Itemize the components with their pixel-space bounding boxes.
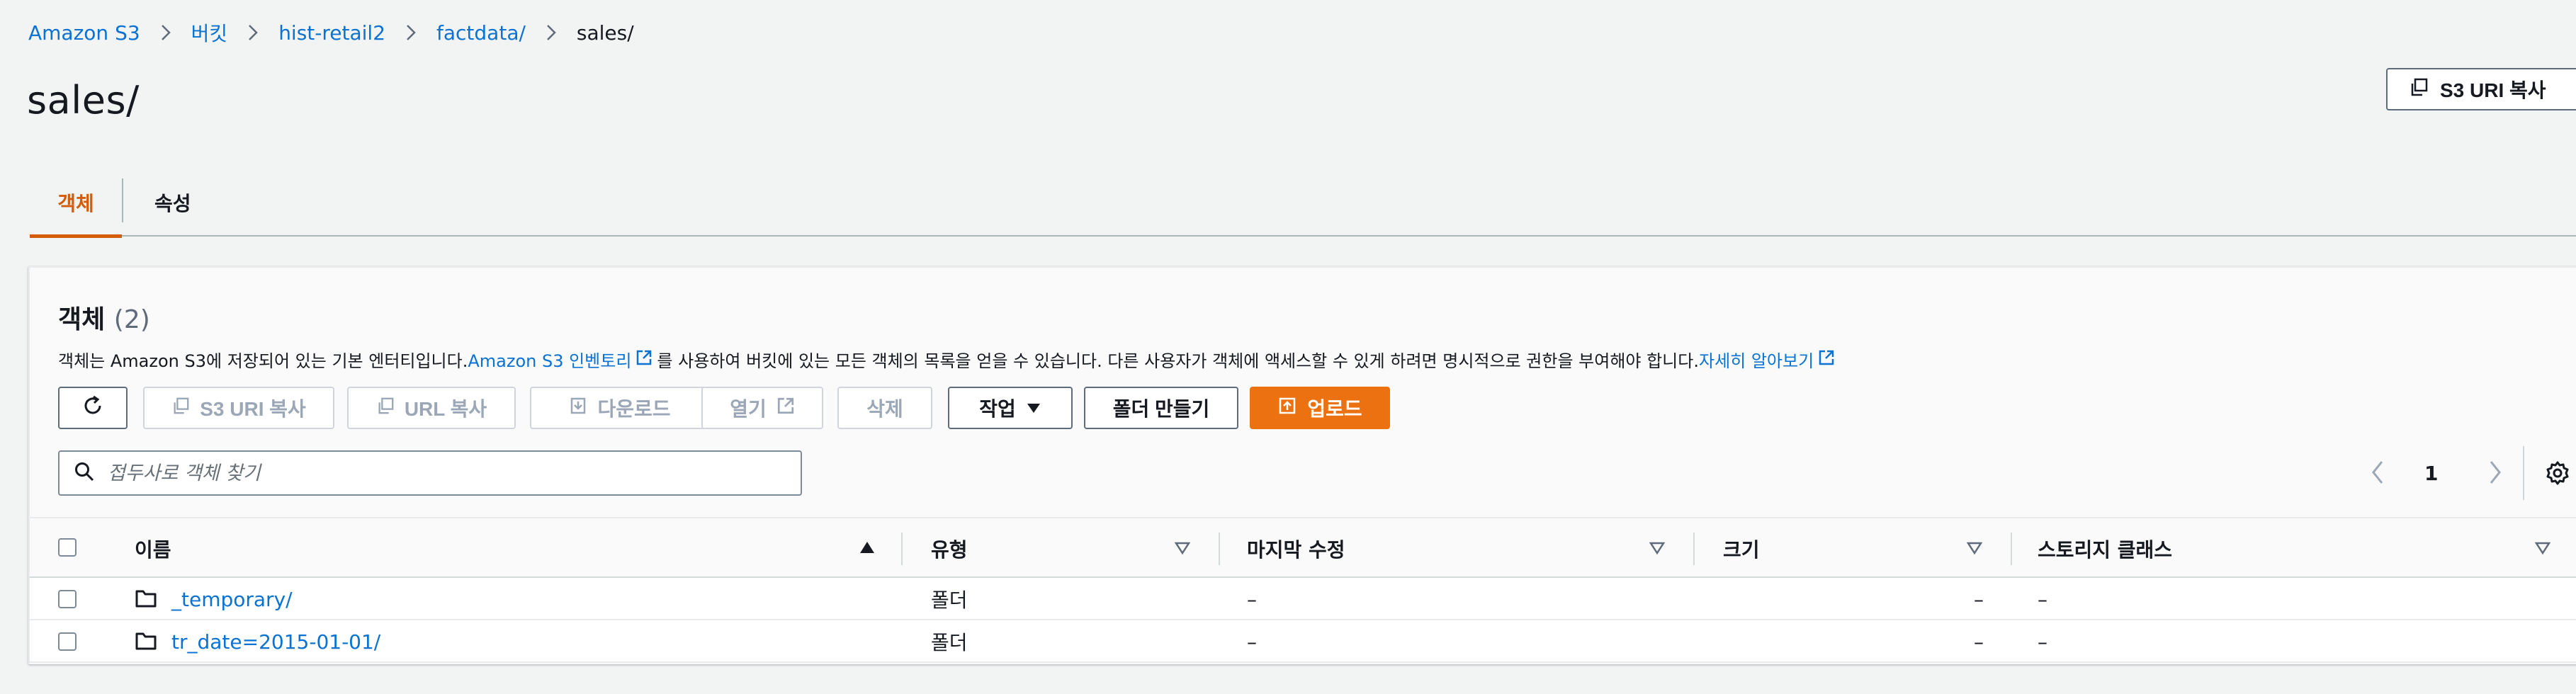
table-row[interactable]: tr_date=2015-01-01/ 폴더 – – –	[30, 620, 2576, 663]
copy-s3-uri-label: S3 URI 복사	[2440, 79, 2546, 101]
prev-page-icon[interactable]	[2371, 459, 2385, 489]
table-row[interactable]: _temporary/ 폴더 – – –	[30, 578, 2576, 620]
select-all-checkbox[interactable]	[58, 538, 77, 557]
breadcrumb-item-bucket[interactable]: hist-retail2	[278, 21, 385, 45]
chevron-right-icon	[546, 23, 557, 42]
column-header-name[interactable]: 이름	[135, 518, 171, 579]
open-button[interactable]: 열기	[701, 387, 823, 429]
breadcrumb-item-buckets[interactable]: 버킷	[191, 18, 228, 47]
delete-button-label: 삭제	[866, 398, 903, 420]
actions-dropdown-label: 작업	[979, 398, 1016, 420]
sort-icon[interactable]	[1174, 541, 1191, 558]
sort-icon[interactable]	[2534, 541, 2551, 558]
create-folder-button-label: 폴더 만들기	[1112, 398, 1210, 420]
column-header-size[interactable]: 크기	[1723, 518, 1760, 579]
objects-count: (2)	[113, 305, 150, 334]
object-storage-class: –	[2038, 587, 2047, 611]
object-name-link[interactable]: tr_date=2015-01-01/	[171, 620, 380, 663]
column-divider	[1693, 533, 1695, 565]
chevron-right-icon	[160, 23, 171, 42]
search-field[interactable]	[58, 450, 802, 496]
download-button[interactable]: 다운로드	[530, 387, 710, 429]
pagination-divider	[2523, 446, 2524, 500]
row-checkbox[interactable]	[58, 590, 77, 608]
external-link-icon	[635, 349, 653, 370]
object-storage-class: –	[2038, 630, 2047, 654]
active-tab-indicator	[30, 234, 122, 238]
object-type: 폴더	[931, 588, 968, 612]
copy-icon	[376, 397, 395, 420]
refresh-icon	[81, 394, 104, 422]
refresh-button[interactable]	[58, 387, 128, 429]
column-divider	[901, 533, 903, 565]
search-icon	[74, 461, 95, 485]
next-page-icon[interactable]	[2488, 459, 2502, 489]
column-header-last-modified[interactable]: 마지막 수정	[1247, 518, 1345, 579]
sort-icon[interactable]	[1649, 541, 1666, 558]
folder-icon	[135, 630, 157, 654]
inventory-link[interactable]: Amazon S3 인벤토리	[468, 347, 631, 372]
object-size: –	[1974, 630, 1984, 654]
upload-button-label: 업로드	[1307, 398, 1362, 420]
breadcrumb-item-s3[interactable]: Amazon S3	[28, 21, 140, 45]
column-divider	[1219, 533, 1220, 565]
copy-s3-uri-button[interactable]: S3 URI 복사	[143, 387, 334, 429]
upload-button[interactable]: 업로드	[1250, 387, 1390, 429]
tab-divider	[122, 178, 123, 222]
open-button-label: 열기	[730, 398, 767, 420]
chevron-right-icon	[405, 23, 417, 42]
object-last-modified: –	[1247, 630, 1257, 654]
column-divider	[2011, 533, 2012, 565]
page-title: sales/	[27, 78, 140, 123]
upload-icon	[1277, 396, 1297, 421]
breadcrumb: Amazon S3 버킷 hist-retail2 factdata/ sale…	[28, 17, 634, 48]
object-size: –	[1974, 587, 1984, 611]
search-input[interactable]	[108, 462, 788, 484]
download-button-label: 다운로드	[597, 398, 671, 420]
external-link-icon	[1818, 349, 1835, 370]
tab-objects-label: 객체	[57, 192, 94, 215]
copy-url-button[interactable]: URL 복사	[347, 387, 516, 429]
object-type: 폴더	[931, 631, 968, 654]
page-number[interactable]: 1	[2424, 450, 2438, 496]
copy-icon	[171, 397, 190, 420]
objects-heading: 객체 (2)	[58, 299, 150, 336]
external-link-icon	[776, 397, 795, 420]
tab-properties-label: 속성	[154, 192, 191, 215]
settings-gear-icon[interactable]	[2545, 460, 2570, 489]
learn-more-link[interactable]: 자세히 알아보기	[1699, 347, 1814, 372]
object-last-modified: –	[1247, 587, 1257, 611]
copy-url-button-label: URL 복사	[404, 398, 487, 420]
objects-desc-text-2: 를 사용하여 버킷에 있는 모든 객체의 목록을 얻을 수 있습니다. 다른 사…	[657, 351, 1699, 371]
tab-objects[interactable]: 객체	[30, 169, 122, 238]
object-name-link[interactable]: _temporary/	[171, 578, 293, 620]
chevron-right-icon	[247, 23, 259, 42]
breadcrumb-item-folder[interactable]: factdata/	[436, 21, 526, 45]
copy-s3-uri-button-label: S3 URI 복사	[200, 398, 306, 420]
sort-icon[interactable]	[1966, 541, 1983, 558]
download-icon	[569, 397, 587, 420]
table-header: 이름 유형 마지막 수정 크기 스토리지 클래스	[30, 517, 2576, 578]
caret-down-icon	[1026, 397, 1041, 419]
tab-list: 객체 속성	[30, 169, 2576, 238]
column-header-storage-class[interactable]: 스토리지 클래스	[2038, 518, 2172, 579]
copy-s3-uri-header-button[interactable]: S3 URI 복사	[2386, 68, 2576, 110]
objects-description: 객체는 Amazon S3에 저장되어 있는 기본 엔터티입니다. Amazon…	[58, 347, 1839, 372]
delete-button[interactable]: 삭제	[837, 387, 932, 429]
objects-heading-label: 객체	[58, 305, 106, 334]
create-folder-button[interactable]: 폴더 만들기	[1084, 387, 1238, 429]
tab-properties[interactable]: 속성	[154, 169, 247, 237]
folder-icon	[135, 588, 157, 612]
sort-ascending-icon[interactable]	[859, 540, 876, 558]
breadcrumb-current: sales/	[576, 21, 634, 45]
column-header-type[interactable]: 유형	[931, 518, 968, 579]
row-checkbox[interactable]	[58, 632, 77, 651]
actions-dropdown-button[interactable]: 작업	[948, 387, 1073, 429]
objects-desc-text-1: 객체는 Amazon S3에 저장되어 있는 기본 엔터티입니다.	[58, 351, 468, 371]
copy-icon	[2409, 77, 2429, 102]
objects-panel: 객체 (2) 객체는 Amazon S3에 저장되어 있는 기본 엔터티입니다.…	[28, 266, 2576, 664]
